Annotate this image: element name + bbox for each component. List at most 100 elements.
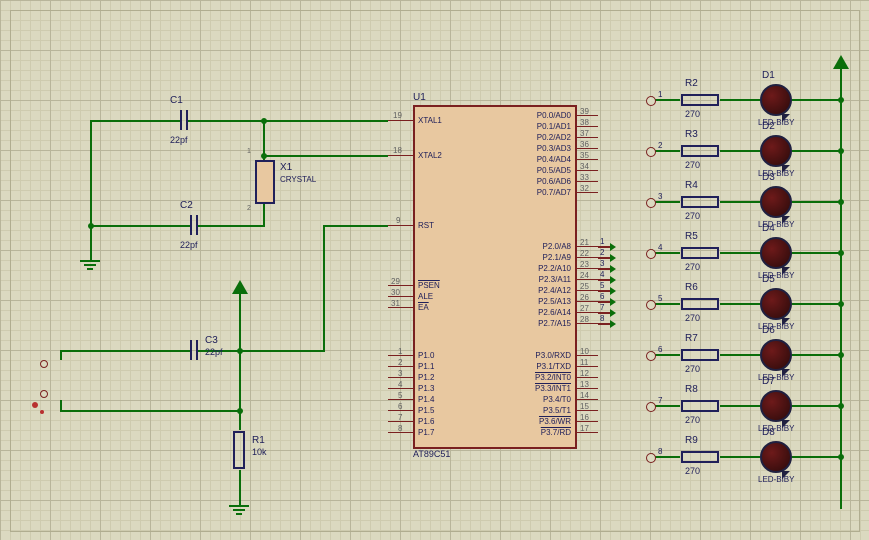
vcc-right [833,55,849,69]
pin-name: P1.7 [418,428,434,437]
pin-num: 36 [580,140,589,149]
resistor[interactable] [680,92,720,108]
vcc-rst [232,280,248,294]
wire [90,120,92,260]
pin-num: 25 [580,282,589,291]
pin-num: 21 [580,238,589,247]
pin-num: 26 [580,293,589,302]
wire [792,252,841,254]
resistor[interactable] [680,194,720,210]
led[interactable] [760,390,792,422]
led[interactable] [760,441,792,473]
res-ref: R5 [685,231,698,242]
resistor[interactable] [680,449,720,465]
net-label: 7 [658,396,662,405]
pin-name: P3.3/INT1 [523,384,571,393]
res-val: 270 [685,313,700,323]
pin-num: 8 [398,424,402,433]
resistor[interactable] [680,245,720,261]
pin-name: P1.1 [418,362,434,371]
pin-name: PSEN [418,281,440,290]
pin-name: P1.5 [418,406,434,415]
x1-pin2: 2 [247,205,251,212]
net-label: 1 [600,237,604,246]
wire [188,120,388,122]
junction [237,408,243,414]
led-ref: D1 [762,70,775,81]
led[interactable] [760,339,792,371]
net-terminal[interactable] [646,402,656,412]
resistor[interactable] [680,347,720,363]
pin-name: P3.1/TXD [523,362,571,371]
pin-name: P2.2/A10 [523,264,571,273]
wire [263,155,333,157]
junction [88,223,94,229]
pin-num: 33 [580,173,589,182]
pin-num: 34 [580,162,589,171]
crystal-x1[interactable] [255,160,275,204]
net-label: 5 [600,281,604,290]
pin-num: 37 [580,129,589,138]
res-ref: R3 [685,129,698,140]
net-terminal[interactable] [646,351,656,361]
pin-line [388,155,413,156]
net-arrow [610,287,616,295]
wire [60,400,62,410]
c3-val: 22pf [205,347,223,357]
chip-ref: U1 [413,92,426,103]
junction [261,118,267,124]
pin-name: XTAL1 [418,116,442,125]
net-terminal[interactable] [646,96,656,106]
net-terminal[interactable] [646,147,656,157]
resistor[interactable] [680,296,720,312]
net-label: 2 [600,248,604,257]
resistor[interactable] [680,143,720,159]
junction [838,250,844,256]
wire [720,252,760,254]
net-arrow [610,276,616,284]
pin-name: P0.7/AD7 [523,188,571,197]
pin-name: P3.0/RXD [523,351,571,360]
res-r1[interactable] [230,430,250,470]
pin-num: 12 [580,369,589,378]
resistor[interactable] [680,398,720,414]
net-terminal[interactable] [646,198,656,208]
led[interactable] [760,84,792,116]
pin-num: 22 [580,249,589,258]
wire [792,150,841,152]
net-terminal[interactable] [646,300,656,310]
wire [720,99,760,101]
pin-num: 27 [580,304,589,313]
led-ref: D2 [762,121,775,132]
led[interactable] [760,186,792,218]
pin-num: 16 [580,413,589,422]
pin-name: EA [418,303,429,312]
wire [263,200,265,227]
wire [720,303,760,305]
net-terminal[interactable] [646,249,656,259]
led[interactable] [760,288,792,320]
led[interactable] [760,237,792,269]
pin-name: P2.5/A13 [523,297,571,306]
led[interactable] [760,135,792,167]
wire [654,201,680,203]
r1-ref: R1 [252,435,265,446]
net-terminal[interactable] [646,453,656,463]
pin-num: 7 [398,413,402,422]
pin-name: P3.6/WR [523,417,571,426]
wire [720,150,760,152]
pin-line [388,120,413,121]
res-ref: R4 [685,180,698,191]
junction [838,352,844,358]
res-val: 270 [685,262,700,272]
pin-name: P0.3/AD3 [523,144,571,153]
wire [333,155,388,157]
junction [838,199,844,205]
c2-val: 22pf [180,240,198,250]
led-ref: D8 [762,427,775,438]
wire [323,225,388,227]
pin-name: P3.2/INT0 [523,373,571,382]
pin-name: P2.7/A15 [523,319,571,328]
wire [239,294,241,350]
pin-name: P2.4/A12 [523,286,571,295]
